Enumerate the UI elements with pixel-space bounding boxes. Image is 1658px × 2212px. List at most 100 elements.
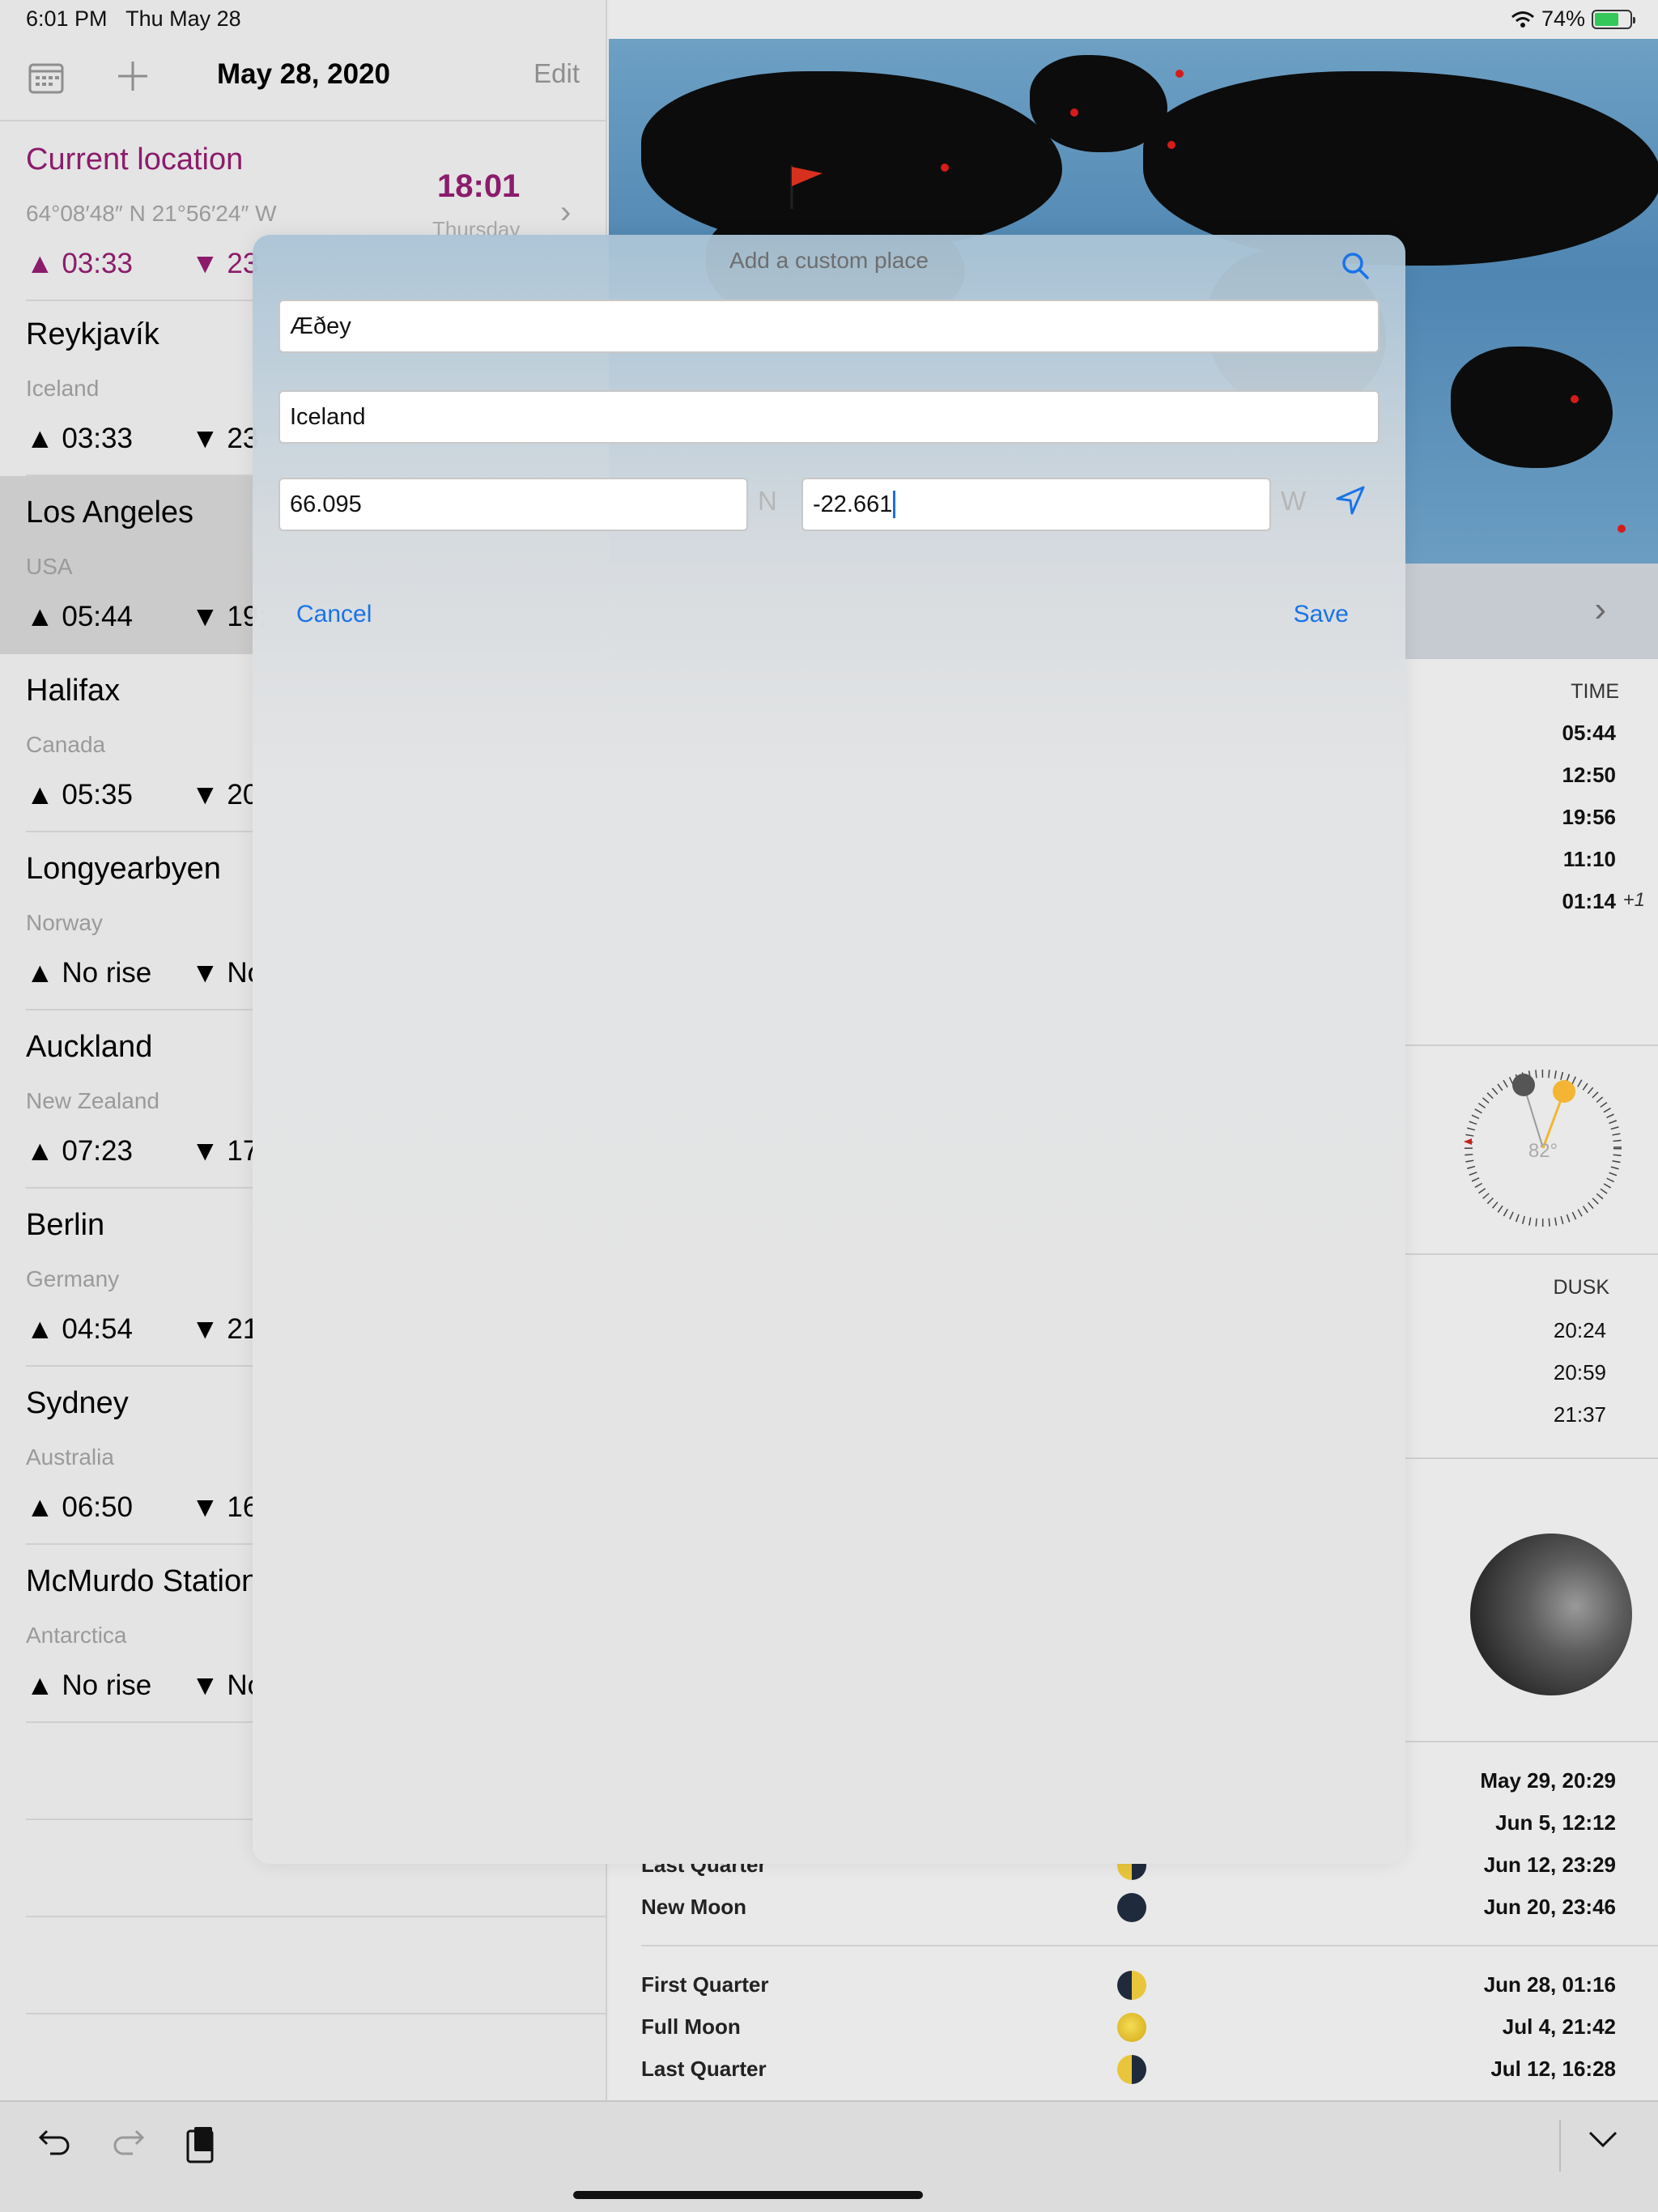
chevron-right-icon[interactable]: ›	[1594, 589, 1606, 630]
sidebar-toolbar: May 28, 2020 Edit	[0, 39, 607, 121]
add-custom-place-dialog: Add a custom place Æðey Iceland 66.095 N…	[253, 235, 1405, 1864]
latitude-hemisphere-label: N	[758, 486, 777, 516]
text-cursor	[893, 491, 896, 518]
sunrise-time: ▲ 07:23	[26, 1135, 133, 1167]
sunrise-time: ▲ No rise	[26, 957, 152, 989]
map-location-dot	[1618, 525, 1626, 533]
phase-name: New Moon	[641, 1895, 746, 1919]
row-separator	[26, 2013, 606, 2014]
location-name: Los Angeles	[26, 496, 194, 530]
location-name: Auckland	[26, 1030, 153, 1064]
phase-date: Jul 4, 21:42	[1502, 2014, 1616, 2039]
map-landmass	[1451, 347, 1613, 468]
latitude-value: 66.095	[290, 491, 362, 517]
event-time: 19:56	[1562, 805, 1617, 829]
map-location-dot	[1175, 70, 1184, 78]
map-location-dot	[1167, 141, 1175, 149]
location-name: Halifax	[26, 674, 121, 708]
map-location-dot	[1070, 108, 1078, 117]
phase-date: Jun 20, 23:46	[1483, 1895, 1616, 1919]
save-button[interactable]: Save	[1294, 601, 1349, 628]
country-value: Iceland	[290, 403, 366, 430]
sunrise-time: ▲ 03:33	[26, 423, 133, 454]
battery-percent: 74%	[1541, 6, 1585, 31]
location-country: New Zealand	[26, 1088, 159, 1113]
phase-date: Jul 12, 16:28	[1490, 2057, 1616, 2081]
place-name-field[interactable]: Æðey	[278, 300, 1380, 353]
dismiss-keyboard-button[interactable]	[1587, 2129, 1619, 2153]
dusk-time: 21:37	[1553, 1402, 1606, 1427]
location-arrow-icon	[1336, 486, 1365, 515]
dialog-title: Add a custom place	[729, 248, 929, 273]
row-separator	[26, 1916, 606, 1917]
use-current-location-button[interactable]	[1334, 484, 1367, 521]
latitude-field[interactable]: 66.095	[278, 478, 748, 531]
event-time: 12:50	[1562, 763, 1617, 787]
location-name: Sydney	[26, 1386, 129, 1420]
location-name: Reykjavík	[26, 317, 159, 351]
location-country: Antarctica	[26, 1623, 127, 1648]
location-name: Current location	[26, 143, 244, 177]
sunrise-time: ▲ 06:50	[26, 1491, 133, 1523]
event-time: 11:10	[1562, 847, 1616, 871]
home-indicator[interactable]	[573, 2191, 923, 2199]
undo-button[interactable]	[37, 2125, 73, 2164]
redo-icon	[113, 2129, 145, 2155]
location-country: Norway	[26, 910, 103, 935]
paste-button[interactable]	[183, 2125, 219, 2169]
dusk-column-header: DUSK	[1553, 1276, 1609, 1299]
flag-icon	[790, 165, 823, 209]
sunset-time: ▼ 23	[191, 423, 259, 454]
time-column-header: TIME	[1571, 680, 1619, 703]
map-location-dot	[941, 164, 949, 172]
event-time: 05:44	[1562, 721, 1617, 745]
wifi-icon	[1511, 11, 1534, 28]
battery-icon	[1592, 9, 1635, 29]
status-time: 6:01 PM Thu May 28	[26, 6, 241, 32]
search-button[interactable]	[1341, 251, 1370, 284]
clipboard-icon	[186, 2127, 214, 2163]
sunrise-time: ▲ No rise	[26, 1670, 152, 1701]
new-moon-icon	[1117, 1893, 1146, 1922]
phase-date: Jun 5, 12:12	[1495, 1810, 1616, 1835]
edit-button[interactable]: Edit	[534, 58, 580, 89]
sunset-time: ▼ 23	[191, 248, 259, 279]
location-coordinates: 64°08′48″ N 21°56′24″ W	[26, 201, 277, 226]
status-indicators: 74%	[1511, 6, 1635, 32]
location-country: Australia	[26, 1444, 114, 1470]
location-name: Longyearbyen	[26, 852, 221, 886]
moon-phase-image	[1470, 1534, 1632, 1695]
status-date: Thu May 28	[125, 6, 241, 31]
cancel-button[interactable]: Cancel	[296, 601, 372, 628]
clock: 6:01 PM	[26, 6, 108, 31]
sun-moon-compass: 82°	[1462, 1067, 1624, 1229]
sunset-time: ▼ 20	[191, 779, 259, 810]
location-name: Berlin	[26, 1208, 105, 1242]
location-name: McMurdo Station	[26, 1564, 259, 1598]
status-bar: 6:01 PM Thu May 28 74%	[0, 0, 1658, 39]
dusk-time: 20:59	[1553, 1360, 1606, 1385]
full-moon-icon	[1117, 2013, 1146, 2042]
last-quarter-moon-icon	[1117, 2055, 1146, 2084]
location-country: Germany	[26, 1266, 120, 1291]
phase-date: Jun 12, 23:29	[1483, 1853, 1616, 1877]
next-day-note: +1	[1622, 889, 1645, 911]
search-icon	[1342, 253, 1369, 279]
dusk-time: 20:24	[1553, 1318, 1606, 1342]
longitude-field[interactable]: -22.661	[801, 478, 1271, 531]
sunrise-time: ▲ 04:54	[26, 1313, 133, 1345]
map-location-dot	[1571, 395, 1579, 403]
event-time: 01:14	[1562, 889, 1617, 913]
place-name-value: Æðey	[290, 313, 351, 339]
redo-button[interactable]	[110, 2125, 146, 2164]
location-country: Iceland	[26, 376, 100, 401]
country-field[interactable]: Iceland	[278, 390, 1380, 444]
location-country: USA	[26, 554, 73, 579]
phase-date: May 29, 20:29	[1480, 1768, 1616, 1793]
chevron-right-icon[interactable]: ›	[560, 194, 571, 231]
chevron-down-icon	[1588, 2131, 1618, 2148]
phase-date: Jun 28, 01:16	[1483, 1972, 1616, 1997]
sunrise-time: ▲ 05:35	[26, 779, 133, 810]
compass-angle: 82°	[1528, 1140, 1558, 1162]
selected-date[interactable]: May 28, 2020	[0, 58, 607, 91]
